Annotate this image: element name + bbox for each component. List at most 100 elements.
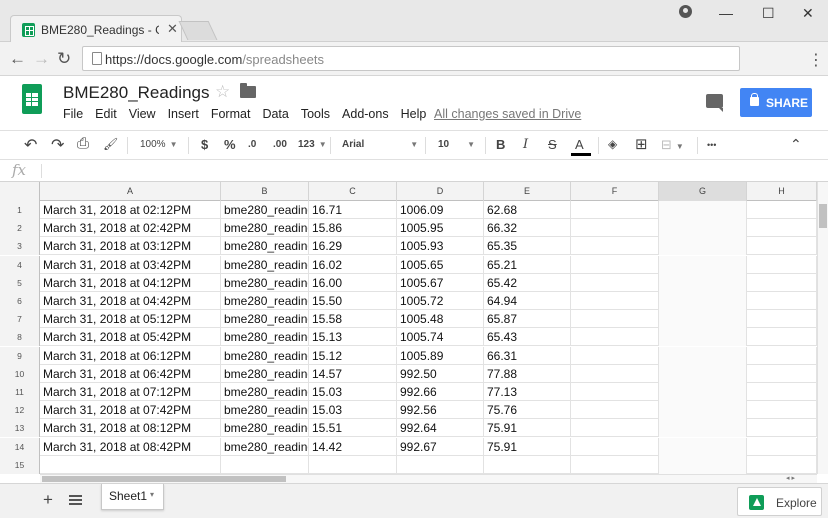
minimize-button[interactable]: —	[719, 5, 733, 21]
cell-g9[interactable]	[659, 346, 747, 365]
column-header-b[interactable]: B	[221, 182, 309, 201]
menu-view[interactable]: View	[129, 107, 156, 121]
cell-d14[interactable]: 992.67	[397, 437, 484, 456]
cell-c11[interactable]: 15.03	[309, 383, 397, 401]
cell-g2[interactable]	[659, 219, 747, 238]
print-icon[interactable]: ⎙	[77, 135, 89, 152]
cell-c14[interactable]: 14.42	[309, 437, 397, 456]
address-bar[interactable]: https://docs.google.com/spreadsheets	[82, 46, 740, 71]
font-family-select[interactable]: Arial ▼	[342, 139, 418, 150]
cell-d10[interactable]: 992.50	[397, 364, 484, 383]
menu-data[interactable]: Data	[262, 107, 288, 121]
strikethrough-button[interactable]: S	[548, 137, 557, 152]
cell-f11[interactable]	[571, 383, 659, 401]
cell-d3[interactable]: 1005.93	[397, 237, 484, 256]
more-tools-icon[interactable]: •••	[707, 140, 716, 150]
cell-c3[interactable]: 16.29	[309, 237, 397, 256]
cell-c1[interactable]: 16.71	[309, 201, 397, 219]
cell-f4[interactable]	[571, 255, 659, 274]
cell-h6[interactable]	[747, 292, 817, 310]
cell-h12[interactable]	[747, 401, 817, 420]
cell-c6[interactable]: 15.50	[309, 292, 397, 310]
cell-a7[interactable]: March 31, 2018 at 05:12PM	[40, 310, 221, 329]
cell-e2[interactable]: 66.32	[484, 219, 571, 238]
cell-f10[interactable]	[571, 364, 659, 383]
cell-b9[interactable]: bme280_reading	[221, 346, 309, 365]
cell-e6[interactable]: 64.94	[484, 292, 571, 310]
column-header-h[interactable]: H	[747, 182, 817, 201]
scroll-arrows[interactable]: ◂ ▸	[786, 474, 795, 482]
cell-g15[interactable]	[659, 455, 747, 474]
horizontal-scrollbar[interactable]	[40, 474, 817, 483]
cell-b2[interactable]: bme280_reading	[221, 219, 309, 238]
merge-cells-icon[interactable]: ⊟ ▼	[661, 137, 684, 153]
reload-icon[interactable]: ↻	[57, 49, 71, 69]
cell-c15[interactable]	[309, 455, 397, 474]
cell-b10[interactable]: bme280_reading	[221, 364, 309, 383]
collapse-toolbar-icon[interactable]: ⌃	[790, 136, 802, 153]
row-header[interactable]: 3	[0, 237, 40, 256]
cell-f14[interactable]	[571, 437, 659, 456]
comments-icon[interactable]	[706, 94, 723, 112]
vertical-scroll-thumb[interactable]	[819, 204, 827, 228]
row-header[interactable]: 4	[0, 255, 40, 274]
cell-d2[interactable]: 1005.95	[397, 219, 484, 238]
cell-f1[interactable]	[571, 201, 659, 219]
add-sheet-button[interactable]: +	[43, 490, 53, 510]
cell-h7[interactable]	[747, 310, 817, 329]
cell-h13[interactable]	[747, 419, 817, 438]
explore-button[interactable]: Explore	[737, 487, 822, 516]
borders-icon[interactable]: ⊞	[635, 135, 648, 153]
more-formats-button[interactable]: 123 ▼	[298, 139, 327, 150]
zoom-select[interactable]: 100% ▼	[140, 139, 178, 150]
cell-b13[interactable]: bme280_reading	[221, 419, 309, 438]
cell-d15[interactable]	[397, 455, 484, 474]
cell-f8[interactable]	[571, 328, 659, 347]
undo-icon[interactable]: ↶	[24, 135, 37, 155]
cell-c8[interactable]: 15.13	[309, 328, 397, 347]
new-tab-button[interactable]	[178, 21, 218, 40]
cell-g1[interactable]	[659, 201, 747, 219]
cell-g4[interactable]	[659, 255, 747, 274]
cell-a9[interactable]: March 31, 2018 at 06:12PM	[40, 346, 221, 365]
star-icon[interactable]: ☆	[215, 82, 230, 102]
menu-addons[interactable]: Add-ons	[342, 107, 389, 121]
cell-a14[interactable]: March 31, 2018 at 08:42PM	[40, 437, 221, 456]
column-header-f[interactable]: F	[571, 182, 659, 201]
cell-g3[interactable]	[659, 237, 747, 256]
cell-g13[interactable]	[659, 419, 747, 438]
spreadsheet-grid[interactable]: ABCDEFGH 1 March 31, 2018 at 02:12PM bme28…	[0, 182, 817, 474]
cell-f12[interactable]	[571, 401, 659, 420]
cell-h3[interactable]	[747, 237, 817, 256]
cell-b12[interactable]: bme280_reading	[221, 401, 309, 420]
menu-edit[interactable]: Edit	[95, 107, 117, 121]
cell-f13[interactable]	[571, 419, 659, 438]
account-icon[interactable]	[679, 5, 692, 18]
cell-d5[interactable]: 1005.67	[397, 273, 484, 292]
cell-h2[interactable]	[747, 219, 817, 238]
cell-h4[interactable]	[747, 255, 817, 274]
cell-b8[interactable]: bme280_reading	[221, 328, 309, 347]
cell-h14[interactable]	[747, 437, 817, 456]
cell-a15[interactable]	[40, 455, 221, 474]
currency-format-button[interactable]: $	[201, 137, 208, 152]
row-header[interactable]: 1	[0, 201, 40, 219]
row-header[interactable]: 13	[0, 419, 40, 438]
cell-g14[interactable]	[659, 437, 747, 456]
row-header[interactable]: 11	[0, 383, 40, 401]
paint-format-icon[interactable]: 🖌	[103, 137, 118, 151]
select-all-corner[interactable]	[0, 182, 40, 201]
cell-h15[interactable]	[747, 455, 817, 474]
redo-icon[interactable]: ↷	[51, 135, 64, 155]
menu-tools[interactable]: Tools	[301, 107, 330, 121]
tab-close-icon[interactable]: ✕	[167, 21, 178, 37]
row-header[interactable]: 10	[0, 364, 40, 383]
increase-decimal-button[interactable]: .00	[273, 139, 287, 150]
bold-button[interactable]: B	[496, 137, 505, 152]
cell-f2[interactable]	[571, 219, 659, 238]
row-header[interactable]: 8	[0, 328, 40, 347]
cell-d7[interactable]: 1005.48	[397, 310, 484, 329]
folder-icon[interactable]	[240, 83, 256, 98]
cell-h10[interactable]	[747, 364, 817, 383]
cell-e1[interactable]: 62.68	[484, 201, 571, 219]
